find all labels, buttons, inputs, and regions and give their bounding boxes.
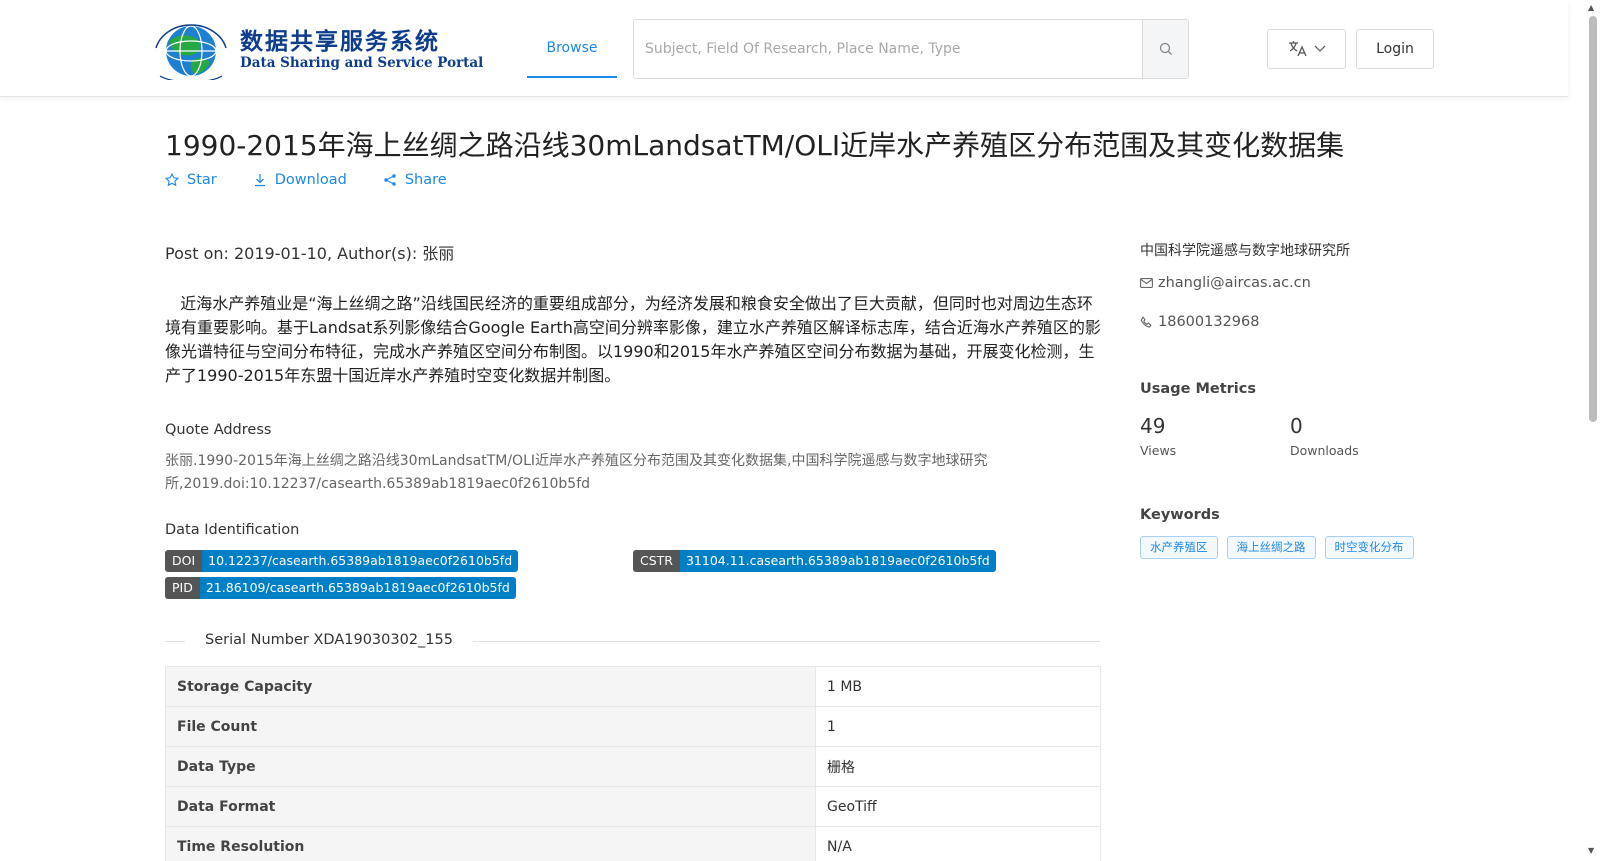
table-key: Storage Capacity <box>165 666 816 707</box>
star-button[interactable]: Star <box>165 172 217 188</box>
quote-address-text: 张丽.1990-2015年海上丝绸之路沿线30mLandsatTM/OLI近岸水… <box>165 453 988 492</box>
table-key: Data Format <box>165 786 816 827</box>
share-icon <box>384 174 396 186</box>
login-button[interactable]: Login <box>1356 29 1434 69</box>
dataset-title: 1990-2015年海上丝绸之路沿线30mLandsatTM/OLI近岸水产养殖… <box>165 129 1345 162</box>
translate-icon <box>1288 41 1307 57</box>
contact-phone: 18600132968 <box>1140 314 1259 330</box>
cstr-badge[interactable]: CSTR 31104.11.casearth.65389ab1819aec0f2… <box>633 550 996 572</box>
table-key: Data Type <box>165 746 816 787</box>
table-value: 1 MB <box>815 666 1101 707</box>
email-text: zhangli@aircas.ac.cn <box>1158 275 1311 291</box>
data-identification-label: Data Identification <box>165 522 300 538</box>
scroll-thumb[interactable] <box>1589 16 1597 422</box>
logo-title-en: Data Sharing and Service Portal <box>240 55 484 71</box>
views-label: Views <box>1140 443 1177 458</box>
search-button[interactable] <box>1142 20 1188 78</box>
cstr-key: CSTR <box>633 550 680 572</box>
views-count: 49 <box>1140 414 1166 438</box>
pid-badge[interactable]: PID 21.86109/casearth.65389ab1819aec0f26… <box>165 577 516 599</box>
table-row: Storage Capacity 1 MB <box>165 666 1101 707</box>
dataset-actions: Star Download Share <box>165 172 483 188</box>
contact-email[interactable]: zhangli@aircas.ac.cn <box>1140 275 1311 291</box>
serial-number: Serial Number XDA19030302_155 <box>185 632 473 648</box>
organization-name: 中国科学院遥感与数字地球研究所 <box>1140 243 1350 259</box>
table-row: Data Format GeoTiff <box>165 786 1101 827</box>
mail-icon <box>1140 278 1153 288</box>
search-bar <box>633 19 1189 79</box>
keyword-tag[interactable]: 海上丝绸之路 <box>1226 536 1316 559</box>
logo-title-cn: 数据共享服务系统 <box>240 29 440 55</box>
download-icon <box>254 174 265 187</box>
table-value: 1 <box>815 706 1101 747</box>
top-header: 数据共享服务系统 Data Sharing and Service Portal… <box>0 0 1568 97</box>
quote-address-label: Quote Address <box>165 422 272 438</box>
share-button[interactable]: Share <box>383 172 447 188</box>
abstract-text: 近海水产养殖业是“海上丝绸之路”沿线国民经济的重要组成部分，为经济发展和粮食安全… <box>165 294 1101 385</box>
keywords-list: 水产养殖区 海上丝绸之路 时空变化分布 <box>1140 536 1414 559</box>
keyword-tag[interactable]: 水产养殖区 <box>1140 536 1218 559</box>
usage-metrics-title: Usage Metrics <box>1140 381 1256 397</box>
search-icon <box>1159 42 1172 55</box>
scroll-up-arrow-icon[interactable]: ▲ <box>1588 3 1594 12</box>
share-label: Share <box>404 172 447 188</box>
scroll-down-arrow-icon[interactable]: ▼ <box>1588 846 1594 855</box>
downloads-count: 0 <box>1290 414 1303 438</box>
cstr-value: 31104.11.casearth.65389ab1819aec0f2610b5… <box>679 550 996 572</box>
globe-logo-icon <box>155 24 227 83</box>
page-scrollbar[interactable]: ▲ ▼ <box>1585 0 1600 861</box>
table-value: N/A <box>815 826 1101 861</box>
downloads-label: Downloads <box>1290 443 1359 458</box>
dataset-info-table: Storage Capacity 1 MB File Count 1 Data … <box>165 666 1101 861</box>
doi-badge[interactable]: DOI 10.12237/casearth.65389ab1819aec0f26… <box>165 550 519 572</box>
pid-key: PID <box>165 577 200 599</box>
star-label: Star <box>187 172 217 188</box>
table-key: File Count <box>165 706 816 747</box>
site-logo[interactable]: 数据共享服务系统 Data Sharing and Service Portal <box>152 18 483 83</box>
language-switcher[interactable] <box>1267 29 1346 69</box>
pid-value: 21.86109/casearth.65389ab1819aec0f2610b5… <box>199 577 516 599</box>
table-row: File Count 1 <box>165 706 1101 747</box>
chevron-down-icon <box>1314 45 1325 52</box>
download-label: Download <box>274 172 347 188</box>
keywords-title: Keywords <box>1140 507 1220 523</box>
table-row: Data Type 栅格 <box>165 746 1101 787</box>
keyword-tag[interactable]: 时空变化分布 <box>1324 536 1414 559</box>
phone-text: 18600132968 <box>1158 314 1260 330</box>
dataset-abstract: 近海水产养殖业是“海上丝绸之路”沿线国民经济的重要组成部分，为经济发展和粮食安全… <box>165 292 1105 388</box>
nav-tab-browse[interactable]: Browse <box>527 20 617 78</box>
table-value: 栅格 <box>815 746 1101 787</box>
doi-value: 10.12237/casearth.65389ab1819aec0f2610b5… <box>202 550 519 572</box>
post-info: Post on: 2019-01-10, Author(s): 张丽 <box>165 244 455 263</box>
phone-icon <box>1140 315 1152 328</box>
search-input[interactable] <box>634 20 1144 78</box>
table-value: GeoTiff <box>815 786 1101 827</box>
doi-key: DOI <box>165 550 203 572</box>
table-key: Time Resolution <box>165 826 816 861</box>
star-icon <box>165 173 179 187</box>
table-row: Time Resolution N/A <box>165 826 1101 861</box>
download-button[interactable]: Download <box>253 172 347 188</box>
